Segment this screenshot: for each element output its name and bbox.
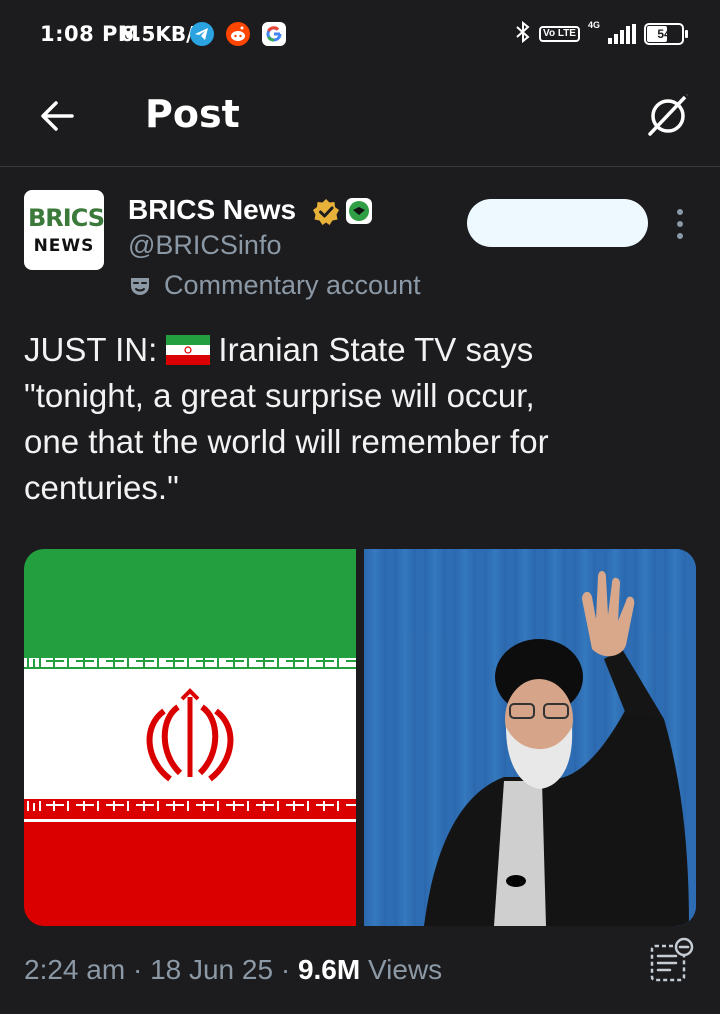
separator-dot: ·: [132, 954, 143, 985]
text-summary-icon: [650, 937, 694, 982]
post-time[interactable]: 2:24 am: [24, 954, 125, 985]
signal-strength-icon: [608, 24, 636, 44]
bluetooth-icon: [515, 20, 531, 49]
verified-badge-icon[interactable]: [312, 198, 340, 226]
page-title: Post: [145, 92, 240, 136]
post-line-1-rest: Iranian State TV says: [218, 331, 534, 368]
post-line-4: centuries.": [24, 469, 179, 506]
back-button[interactable]: [36, 94, 80, 138]
avatar-logo-text: BRICS: [28, 204, 104, 232]
author-avatar[interactable]: BRICS NEWS: [24, 190, 104, 270]
battery-level: 54: [657, 27, 671, 41]
follow-button[interactable]: [467, 199, 648, 247]
more-options-button[interactable]: [666, 204, 694, 244]
post-line-3: one that the world will remember for: [24, 423, 549, 460]
views-label: Views: [367, 954, 443, 985]
avatar-logo-subtext: NEWS: [33, 236, 95, 256]
commentary-account-label[interactable]: Commentary account: [128, 270, 421, 301]
status-right-group: Vo LTE 4G 54: [515, 20, 688, 49]
views-count: 9.6M: [297, 954, 361, 985]
portrait-image: [364, 549, 696, 926]
google-notification-icon: [262, 22, 286, 46]
telegram-notification-icon: [190, 22, 214, 46]
arrow-left-icon: [41, 101, 74, 131]
author-handle[interactable]: @BRICSinfo: [128, 230, 281, 261]
media-image-person-waving[interactable]: [364, 549, 696, 926]
grok-summary-button[interactable]: [648, 936, 696, 984]
iran-flag-emoji-icon: [166, 335, 211, 365]
post-media-grid: [24, 549, 696, 926]
media-image-iran-flag[interactable]: [24, 549, 356, 926]
more-vertical-icon: [677, 209, 683, 239]
volte-indicator: Vo LTE: [539, 26, 580, 42]
mask-icon: [131, 277, 149, 295]
iran-flag-image: [24, 549, 356, 926]
post-line-1: JUST IN: Iranian State TV says: [24, 327, 694, 373]
reddit-notification-icon: [226, 22, 250, 46]
grok-button[interactable]: [644, 90, 692, 138]
battery-icon: 54: [644, 23, 688, 45]
post-line-2: "tonight, a great surprise will occur,: [24, 377, 535, 414]
network-type: 4G: [587, 20, 600, 30]
affiliate-badge-icon[interactable]: [346, 198, 372, 224]
post-timestamp-views: 2:24 am · 18 Jun 25 · 9.6M Views: [24, 954, 442, 986]
status-bar: 1:08 PM 6.5KB/s Vo LTE 4G 54: [0, 0, 720, 66]
author-name[interactable]: BRICS News: [128, 194, 296, 226]
top-app-bar: Post: [0, 66, 720, 167]
post-text: JUST IN: Iranian State TV says "tonight,…: [24, 327, 694, 511]
commentary-label-text: Commentary account: [164, 270, 421, 300]
grok-icon: [648, 92, 690, 136]
post-date[interactable]: 18 Jun 25: [150, 954, 273, 985]
post-prefix: JUST IN:: [24, 331, 158, 368]
separator-dot: ·: [280, 954, 291, 985]
